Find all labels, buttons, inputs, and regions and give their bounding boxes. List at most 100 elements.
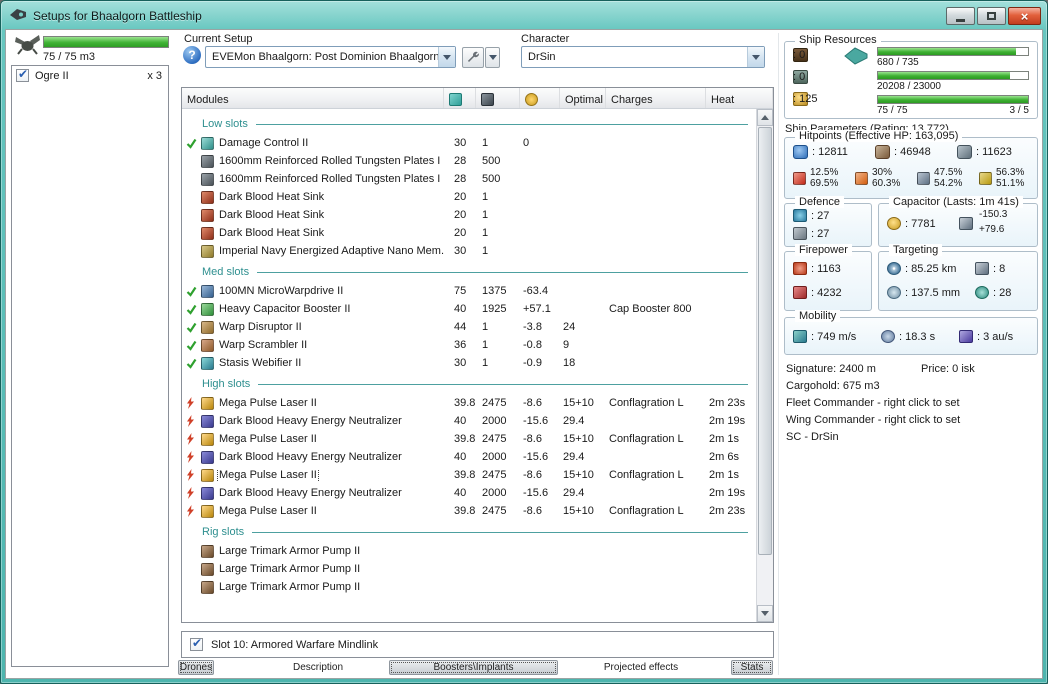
drone-list[interactable]: Ogre II x 3 xyxy=(11,65,169,667)
module-row[interactable]: Damage Control II 30 1 0 xyxy=(182,134,756,152)
slot-section-header: Low slots xyxy=(182,112,756,134)
energy-neutralizer-icon xyxy=(201,414,214,428)
character-combobox[interactable]: DrSin xyxy=(521,46,765,68)
squad-commander-text[interactable]: SC - DrSin xyxy=(786,431,839,443)
module-row[interactable]: Warp Disruptor II 44 1 -3.8 24 xyxy=(182,318,756,336)
vertical-scrollbar[interactable] xyxy=(756,109,773,622)
cap-booster-icon xyxy=(201,302,214,316)
tab-boosters-implants[interactable]: Boosters\Implants xyxy=(389,660,558,675)
module-pg: 500 xyxy=(482,173,501,185)
tab-description[interactable]: Description xyxy=(248,660,388,675)
module-row[interactable]: Dark Blood Heat Sink 20 1 xyxy=(182,224,756,242)
module-pg: 2475 xyxy=(482,505,507,517)
module-name: Mega Pulse Laser II xyxy=(219,397,317,409)
module-pg: 2000 xyxy=(482,451,507,463)
heat-sink-icon xyxy=(201,190,214,204)
module-name: Mega Pulse Laser II xyxy=(219,505,317,517)
chevron-down-icon[interactable] xyxy=(438,47,455,67)
charges-column-header[interactable]: Charges xyxy=(606,88,706,108)
module-cap: -3.8 xyxy=(523,321,542,333)
nano-membrane-icon xyxy=(201,244,214,258)
active-check-icon xyxy=(186,286,201,297)
module-row[interactable]: Dark Blood Heat Sink 20 1 xyxy=(182,188,756,206)
setup-tools-button[interactable] xyxy=(462,47,500,68)
module-row[interactable]: Large Trimark Armor Pump II xyxy=(182,560,756,578)
targeting-label: Targeting xyxy=(889,244,943,256)
current-setup-combobox[interactable]: EVEMon Bhaalgorn: Post Dominion Bhaalgor… xyxy=(205,46,456,68)
module-cpu: 36 xyxy=(454,339,467,351)
module-cap: -8.6 xyxy=(523,469,542,481)
slot10-checkbox[interactable] xyxy=(190,636,203,651)
weapon-active-icon xyxy=(186,397,201,409)
module-cpu: 39.8 xyxy=(454,433,476,445)
powergrid-column-header[interactable] xyxy=(476,88,520,108)
module-cpu: 30 xyxy=(454,137,467,149)
wing-commander-text[interactable]: Wing Commander - right click to set xyxy=(786,414,960,426)
scroll-down-button[interactable] xyxy=(757,605,773,622)
module-name: Mega Pulse Laser II xyxy=(217,468,319,482)
resource-count: : 125 xyxy=(793,93,818,105)
scroll-up-button[interactable] xyxy=(757,109,773,126)
module-row[interactable]: Dark Blood Heavy Energy Neutralizer 40 200… xyxy=(182,412,756,430)
capacitor-column-header[interactable] xyxy=(520,88,560,108)
fleet-commander-text[interactable]: Fleet Commander - right click to set xyxy=(786,397,960,409)
chevron-down-icon[interactable] xyxy=(747,47,764,67)
optimal-column-header[interactable]: Optimal xyxy=(560,88,606,108)
module-row[interactable]: Large Trimark Armor Pump II xyxy=(182,542,756,560)
active-check-icon xyxy=(186,340,201,351)
module-row[interactable]: Dark Blood Heavy Energy Neutralizer 40 200… xyxy=(182,484,756,502)
hitpoints-box: Hitpoints (Effective HP: 163,095) : 1281… xyxy=(784,130,1038,199)
help-icon[interactable]: ? xyxy=(183,46,201,64)
character-label: Character xyxy=(521,33,570,45)
drone-checkbox[interactable] xyxy=(16,67,29,82)
slot10-panel[interactable]: Slot 10: Armored Warfare Mindlink xyxy=(181,631,774,658)
tab-projected-effects[interactable]: Projected effects xyxy=(576,660,706,675)
weapon-active-icon xyxy=(186,415,201,427)
module-row[interactable]: 100MN MicroWarpdrive II 75 1375 -63.4 xyxy=(182,282,756,300)
heat-column-header[interactable]: Heat xyxy=(706,88,773,108)
drone-list-item[interactable]: Ogre II x 3 xyxy=(12,66,168,85)
module-row[interactable]: Dark Blood Heat Sink 20 1 xyxy=(182,206,756,224)
resource-count: : 0 xyxy=(793,49,806,61)
module-row[interactable]: Mega Pulse Laser II 39.8 2475 -8.6 15+10 Conf… xyxy=(182,502,756,520)
module-row[interactable]: Mega Pulse Laser II 39.8 2475 -8.6 15+10 Conf… xyxy=(182,394,756,412)
cpu-column-header[interactable] xyxy=(444,88,476,108)
close-button[interactable]: × xyxy=(1008,7,1041,25)
module-row[interactable]: Mega Pulse Laser II 39.8 2475 -8.6 15+10 Conf… xyxy=(182,430,756,448)
slot-section-header: Med slots xyxy=(182,260,756,282)
shield-icon xyxy=(793,145,808,159)
align-value: 18.3 s xyxy=(899,331,935,343)
module-optimal: 15+10 xyxy=(563,433,594,445)
maximize-button[interactable] xyxy=(977,7,1006,25)
module-name: Dark Blood Heat Sink xyxy=(219,191,325,203)
wrench-icon[interactable] xyxy=(462,47,484,68)
module-row[interactable]: Imperial Navy Energized Adaptive Nano Me… xyxy=(182,242,756,260)
module-optimal: 24 xyxy=(563,321,576,333)
module-row[interactable]: 1600mm Reinforced Rolled Tungsten Plates… xyxy=(182,152,756,170)
defence-box: Defence 27 27 xyxy=(784,196,872,247)
titlebar[interactable]: Setups for Bhaalgorn Battleship × xyxy=(9,4,1041,28)
module-cpu: 44 xyxy=(454,321,467,333)
module-charges: Conflagration L xyxy=(609,469,684,481)
modules-table-header[interactable]: Modules Optimal Charges Heat xyxy=(182,88,773,109)
module-optimal: 15+10 xyxy=(563,469,594,481)
minimize-button[interactable] xyxy=(946,7,975,25)
module-cap: -8.6 xyxy=(523,433,542,445)
module-row[interactable]: Mega Pulse Laser II 39.8 2475 -8.6 15+10 Conf… xyxy=(182,466,756,484)
module-cap: -15.6 xyxy=(523,415,549,427)
hitpoint-value: : 12811 xyxy=(812,146,848,158)
module-row[interactable]: Dark Blood Heavy Energy Neutralizer 40 200… xyxy=(182,448,756,466)
chevron-down-icon[interactable] xyxy=(485,47,500,68)
module-row[interactable]: Stasis Webifier II 30 1 -0.9 18 xyxy=(182,354,756,372)
module-row[interactable]: Heavy Capacitor Booster II 40 1925 +57.1 Cap… xyxy=(182,300,756,318)
module-row[interactable]: Large Trimark Armor Pump II xyxy=(182,578,756,596)
module-row[interactable]: 1600mm Reinforced Rolled Tungsten Plates… xyxy=(182,170,756,188)
velocity-value: 749 m/s xyxy=(811,331,856,343)
slot-section-header: High slots xyxy=(182,372,756,394)
modules-column-header[interactable]: Modules xyxy=(182,88,444,108)
module-name: Large Trimark Armor Pump II xyxy=(219,545,361,557)
module-row[interactable]: Warp Scrambler II 36 1 -0.8 9 xyxy=(182,336,756,354)
scrollbar-thumb[interactable] xyxy=(758,127,772,555)
tab-stats[interactable]: Stats xyxy=(731,660,773,675)
tab-drones[interactable]: Drones xyxy=(178,660,214,675)
